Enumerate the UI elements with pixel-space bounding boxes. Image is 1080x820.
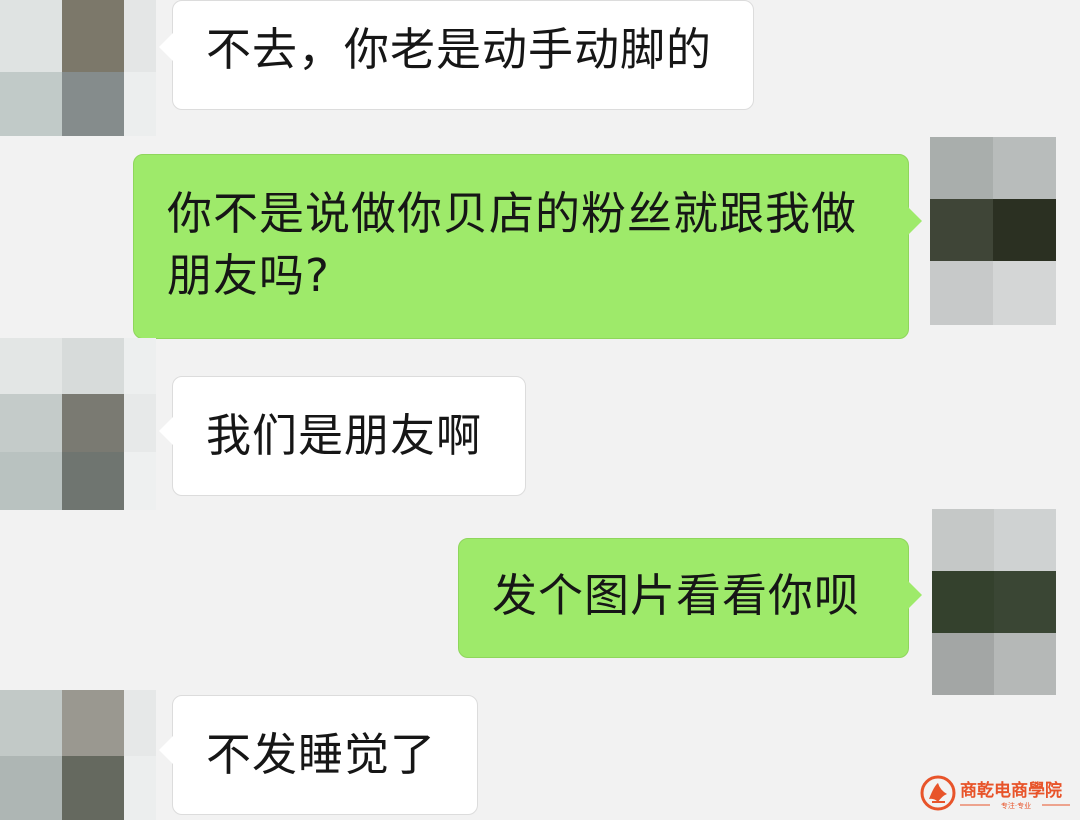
chat-message-incoming: 不发睡觉了 <box>0 690 500 820</box>
shield-logo-icon: 商乾电商學院 专注·专业 <box>920 775 1070 811</box>
self-avatar[interactable] <box>930 137 1056 325</box>
contact-avatar[interactable] <box>0 690 156 820</box>
bubble-tail <box>908 207 922 235</box>
bubble-tail <box>159 417 173 445</box>
bubble-tail <box>159 736 173 764</box>
chat-message-outgoing: 你不是说做你贝店的粉丝就跟我做 朋友吗? <box>0 135 1080 345</box>
message-text: 不去，你老是动手动脚的 <box>206 23 713 76</box>
watermark-logo: 商乾电商學院 专注·专业 <box>920 774 1072 814</box>
message-text: 你不是说做你贝店的粉丝就跟我做 朋友吗? <box>167 187 858 302</box>
watermark-tagline: 专注·专业 <box>1001 801 1031 810</box>
message-text: 发个图片看看你呗 <box>492 569 861 622</box>
contact-avatar[interactable] <box>0 0 156 136</box>
bubble-tail <box>159 33 173 61</box>
bubble-tail <box>908 581 922 609</box>
message-bubble[interactable]: 不去，你老是动手动脚的 <box>159 0 754 110</box>
message-text: 不发睡觉了 <box>206 728 437 781</box>
chat-area: 不去，你老是动手动脚的 你不是说做你贝店的粉丝就跟我做 朋友吗? 我们是朋友啊 … <box>0 0 1080 820</box>
message-bubble[interactable]: 不发睡觉了 <box>159 695 478 815</box>
chat-message-outgoing: 发个图片看看你呗 <box>0 505 1080 695</box>
message-text: 我们是朋友啊 <box>206 409 483 462</box>
watermark-name: 商乾电商學院 <box>960 780 1062 801</box>
message-bubble[interactable]: 你不是说做你贝店的粉丝就跟我做 朋友吗? <box>133 154 922 339</box>
contact-avatar[interactable] <box>0 338 156 510</box>
chat-message-incoming: 我们是朋友啊 <box>0 330 540 510</box>
message-bubble[interactable]: 我们是朋友啊 <box>159 376 526 496</box>
chat-message-incoming: 不去，你老是动手动脚的 <box>0 0 760 136</box>
message-bubble[interactable]: 发个图片看看你呗 <box>458 538 922 658</box>
self-avatar[interactable] <box>932 509 1056 695</box>
